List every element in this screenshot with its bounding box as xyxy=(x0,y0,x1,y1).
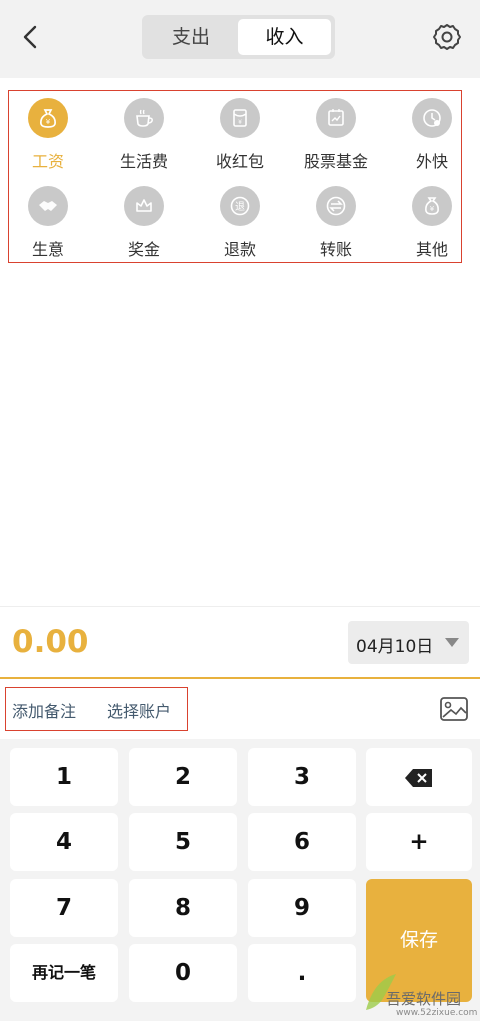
money-bag-icon: ¥ xyxy=(28,98,68,138)
category-red-envelope[interactable]: ¥ 收红包 xyxy=(200,98,280,172)
settings-button[interactable] xyxy=(431,21,463,53)
top-bar: 支出 收入 xyxy=(0,0,480,78)
back-button[interactable] xyxy=(14,20,48,54)
key-3[interactable]: 3 xyxy=(248,748,356,806)
category-other[interactable]: ¥ 其他 xyxy=(392,186,472,260)
category-living-expense[interactable]: 生活费 xyxy=(104,98,184,172)
key-dot[interactable]: . xyxy=(248,944,356,1002)
tab-expense[interactable]: 支出 xyxy=(146,19,236,55)
category-refund[interactable]: 退 退款 xyxy=(200,186,280,260)
crown-icon xyxy=(124,186,164,226)
key-5[interactable]: 5 xyxy=(129,813,237,871)
record-again-button[interactable]: 再记一笔 xyxy=(10,944,118,1002)
red-envelope-icon: ¥ xyxy=(220,98,260,138)
stock-chart-icon xyxy=(316,98,356,138)
caret-down-icon xyxy=(445,638,459,647)
watermark-text: 吾爱软件园 xyxy=(386,990,462,1008)
clock-coin-icon xyxy=(412,98,452,138)
category-label: 外快 xyxy=(415,152,448,171)
select-account-button[interactable]: 选择账户 xyxy=(107,698,171,722)
category-label: 退款 xyxy=(223,240,256,259)
watermark-url: www.52zixue.com xyxy=(396,1008,478,1018)
refund-icon: 退 xyxy=(220,186,260,226)
add-note-button[interactable]: 添加备注 xyxy=(12,698,76,722)
amount-underline xyxy=(0,677,480,679)
category-label: 奖金 xyxy=(127,240,160,259)
category-bonus[interactable]: 奖金 xyxy=(104,186,184,260)
category-label: 工资 xyxy=(31,152,64,171)
category-label: 股票基金 xyxy=(303,152,368,171)
image-icon xyxy=(440,697,468,721)
key-6[interactable]: 6 xyxy=(248,813,356,871)
tab-income[interactable]: 收入 xyxy=(238,19,331,55)
handshake-icon xyxy=(28,186,68,226)
transfer-icon xyxy=(316,186,356,226)
coffee-cup-icon xyxy=(124,98,164,138)
category-label: 生活费 xyxy=(119,152,168,171)
key-8[interactable]: 8 xyxy=(129,879,237,937)
svg-text:¥: ¥ xyxy=(430,205,435,213)
amount-bar: 0.00 04月10日 xyxy=(0,606,480,679)
add-image-button[interactable] xyxy=(439,695,469,723)
plus-button[interactable]: + xyxy=(366,813,472,871)
svg-text:退: 退 xyxy=(235,201,245,213)
key-2[interactable]: 2 xyxy=(129,748,237,806)
amount-display: 0.00 xyxy=(12,624,89,660)
category-transfer[interactable]: 转账 xyxy=(296,186,376,260)
category-side-income[interactable]: 外快 xyxy=(392,98,472,172)
category-label: 收红包 xyxy=(215,152,264,171)
svg-text:¥: ¥ xyxy=(238,119,242,126)
key-0[interactable]: 0 xyxy=(129,944,237,1002)
key-9[interactable]: 9 xyxy=(248,879,356,937)
category-label: 其他 xyxy=(415,240,448,259)
backspace-icon xyxy=(405,769,432,787)
key-7[interactable]: 7 xyxy=(10,879,118,937)
category-label: 生意 xyxy=(31,240,64,259)
watermark: 吾爱软件园 www.52zixue.com xyxy=(362,962,480,1021)
category-stock-fund[interactable]: 股票基金 xyxy=(296,98,376,172)
gear-icon xyxy=(433,24,461,50)
coin-bag-icon: ¥ xyxy=(412,186,452,226)
type-switch: 支出 收入 xyxy=(142,15,335,59)
date-label: 04月10日 xyxy=(356,637,434,657)
backspace-button[interactable] xyxy=(366,748,472,806)
chevron-left-icon xyxy=(23,25,37,49)
date-picker-button[interactable]: 04月10日 xyxy=(348,621,469,664)
category-label: 转账 xyxy=(319,240,352,259)
key-4[interactable]: 4 xyxy=(10,813,118,871)
category-salary[interactable]: ¥ 工资 xyxy=(8,98,88,172)
key-1[interactable]: 1 xyxy=(10,748,118,806)
category-business[interactable]: 生意 xyxy=(8,186,88,260)
svg-text:¥: ¥ xyxy=(46,118,51,126)
